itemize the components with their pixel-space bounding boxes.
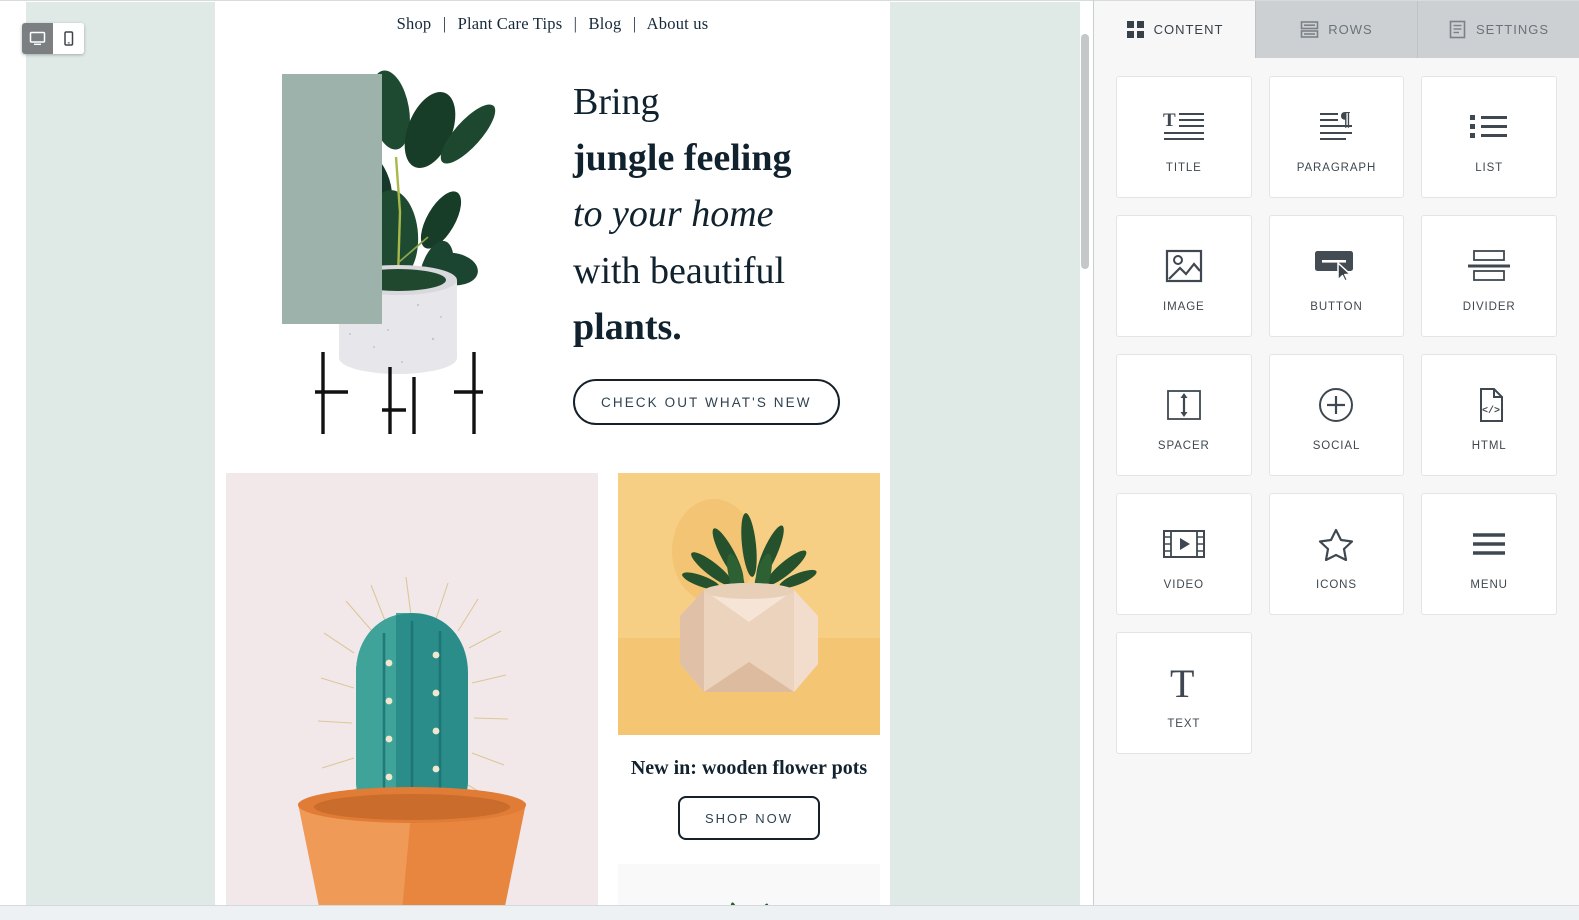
hero-headline[interactable]: Bring jungle feeling to your home with b… <box>573 74 873 355</box>
content-tile-title[interactable]: T TITLE <box>1116 76 1252 198</box>
tab-rows[interactable]: ROWS <box>1256 1 1418 58</box>
canvas-scrollbar-thumb[interactable] <box>1081 34 1089 269</box>
content-tile-paragraph-label: PARAGRAPH <box>1296 161 1377 174</box>
rows-icon <box>1300 20 1319 39</box>
nav-separator: | <box>632 14 637 33</box>
headline-line-1: Bring <box>573 81 660 123</box>
content-tile-social[interactable]: SOCIAL <box>1268 354 1405 476</box>
tab-rows-label: ROWS <box>1328 22 1373 37</box>
settings-icon <box>1448 20 1467 39</box>
canvas-scrollbar[interactable] <box>1080 2 1090 905</box>
content-tile-list-label: LIST <box>1475 161 1504 174</box>
shop-now-button[interactable]: SHOP NOW <box>678 796 820 840</box>
tab-settings[interactable]: SETTINGS <box>1418 1 1579 58</box>
headline-line-2: jungle feeling <box>573 137 792 180</box>
content-tile-paragraph[interactable]: ¶ PARAGRAPH <box>1268 76 1405 198</box>
bottom-status-strip <box>0 905 1579 920</box>
content-tile-divider-label: DIVIDER <box>1462 300 1516 313</box>
mobile-view-button[interactable] <box>53 23 84 54</box>
headline-line-3: to your home <box>573 193 774 236</box>
content-tile-image-label: IMAGE <box>1163 300 1205 313</box>
nav-separator: | <box>442 14 447 33</box>
hero-copy: Bring jungle feeling to your home with b… <box>573 74 873 426</box>
cactus-image[interactable] <box>226 473 598 905</box>
text-icon: T <box>1166 657 1202 709</box>
nav-link-blog[interactable]: Blog <box>589 14 622 33</box>
list-icon <box>1469 101 1509 153</box>
mobile-icon <box>60 30 77 47</box>
content-tile-html[interactable]: </> HTML <box>1421 354 1557 476</box>
content-tile-spacer[interactable]: SPACER <box>1116 354 1252 476</box>
video-icon <box>1162 518 1206 570</box>
nav-link-plant-care-tips[interactable]: Plant Care Tips <box>458 14 563 33</box>
image-icon <box>1165 240 1203 292</box>
content-tile-divider[interactable]: DIVIDER <box>1421 215 1557 337</box>
grid-icon <box>1126 20 1145 39</box>
desktop-view-button[interactable] <box>22 23 53 54</box>
content-tile-menu-label: MENU <box>1470 578 1508 591</box>
button-icon <box>1314 240 1358 292</box>
svg-text:T: T <box>1163 110 1176 131</box>
succulent-image[interactable] <box>618 473 880 735</box>
paragraph-icon: ¶ <box>1314 101 1358 153</box>
content-tile-text-label: TEXT <box>1167 717 1201 730</box>
social-icon <box>1318 379 1354 431</box>
nav-separator: | <box>573 14 578 33</box>
svg-text:¶: ¶ <box>1340 109 1351 130</box>
snake-plant-image[interactable] <box>618 864 880 905</box>
content-tile-video[interactable]: VIDEO <box>1116 493 1252 615</box>
svg-text:T: T <box>1170 664 1194 702</box>
content-tile-html-label: HTML <box>1471 439 1507 452</box>
nav-link-about-us[interactable]: About us <box>647 14 709 33</box>
content-tile-button-label: BUTTON <box>1310 300 1363 313</box>
tab-content[interactable]: CONTENT <box>1094 1 1256 58</box>
hero-section: Bring jungle feeling to your home with b… <box>215 62 890 467</box>
content-side-panel: CONTENT ROWS SETTINGS T TITLE ¶ PARAGRAP… <box>1094 0 1579 905</box>
tab-content-label: CONTENT <box>1153 22 1224 37</box>
content-tile-video-label: VIDEO <box>1163 578 1204 591</box>
content-tile-text[interactable]: T TEXT <box>1116 632 1252 754</box>
product-right-column: New in: wooden flower pots SHOP NOW <box>618 473 880 905</box>
content-tile-icons[interactable]: ICONS <box>1268 493 1405 615</box>
content-tile-social-label: SOCIAL <box>1312 439 1361 452</box>
content-tile-menu[interactable]: MENU <box>1421 493 1557 615</box>
email-body[interactable]: Shop | Plant Care Tips | Blog | About us <box>215 2 890 905</box>
hero-plant-image[interactable] <box>278 62 523 442</box>
product-caption: New in: wooden flower pots <box>630 757 868 779</box>
content-tile-title-label: TITLE <box>1165 161 1202 174</box>
device-switcher[interactable] <box>22 23 84 54</box>
content-tile-icons-label: ICONS <box>1316 578 1357 591</box>
content-tile-list[interactable]: LIST <box>1421 76 1557 198</box>
content-tile-image[interactable]: IMAGE <box>1116 215 1252 337</box>
menu-icon <box>1471 518 1507 570</box>
html-icon: </> <box>1473 379 1505 431</box>
headline-line-5: plants. <box>573 305 682 348</box>
content-tile-button[interactable]: BUTTON <box>1268 215 1405 337</box>
check-out-whats-new-button[interactable]: CHECK OUT WHAT'S NEW <box>573 379 840 426</box>
content-tile-grid: T TITLE ¶ PARAGRAPH LIST IMAGE BUTTON DI… <box>1094 58 1579 772</box>
sage-accent-block <box>282 74 382 324</box>
nav-link-shop[interactable]: Shop <box>397 14 432 33</box>
title-icon: T <box>1162 101 1206 153</box>
cactus-illustration <box>226 473 598 905</box>
star-icon <box>1318 518 1354 570</box>
content-tile-spacer-label: SPACER <box>1157 439 1210 452</box>
headline-line-4: with beautiful <box>573 249 786 292</box>
svg-text:</>: </> <box>1482 405 1500 417</box>
panel-tabs: CONTENT ROWS SETTINGS <box>1094 1 1579 58</box>
divider-icon <box>1467 240 1511 292</box>
email-canvas-area: Shop | Plant Care Tips | Blog | About us <box>0 0 1094 905</box>
products-section: New in: wooden flower pots SHOP NOW <box>215 473 890 905</box>
canvas-scroll-region[interactable]: Shop | Plant Care Tips | Blog | About us <box>1 2 1093 905</box>
spacer-icon <box>1166 379 1202 431</box>
snake-plant-illustration <box>618 864 880 905</box>
succulent-illustration <box>618 473 880 735</box>
email-nav-bar: Shop | Plant Care Tips | Blog | About us <box>215 2 890 34</box>
tab-settings-label: SETTINGS <box>1475 22 1549 37</box>
desktop-icon <box>29 30 46 47</box>
